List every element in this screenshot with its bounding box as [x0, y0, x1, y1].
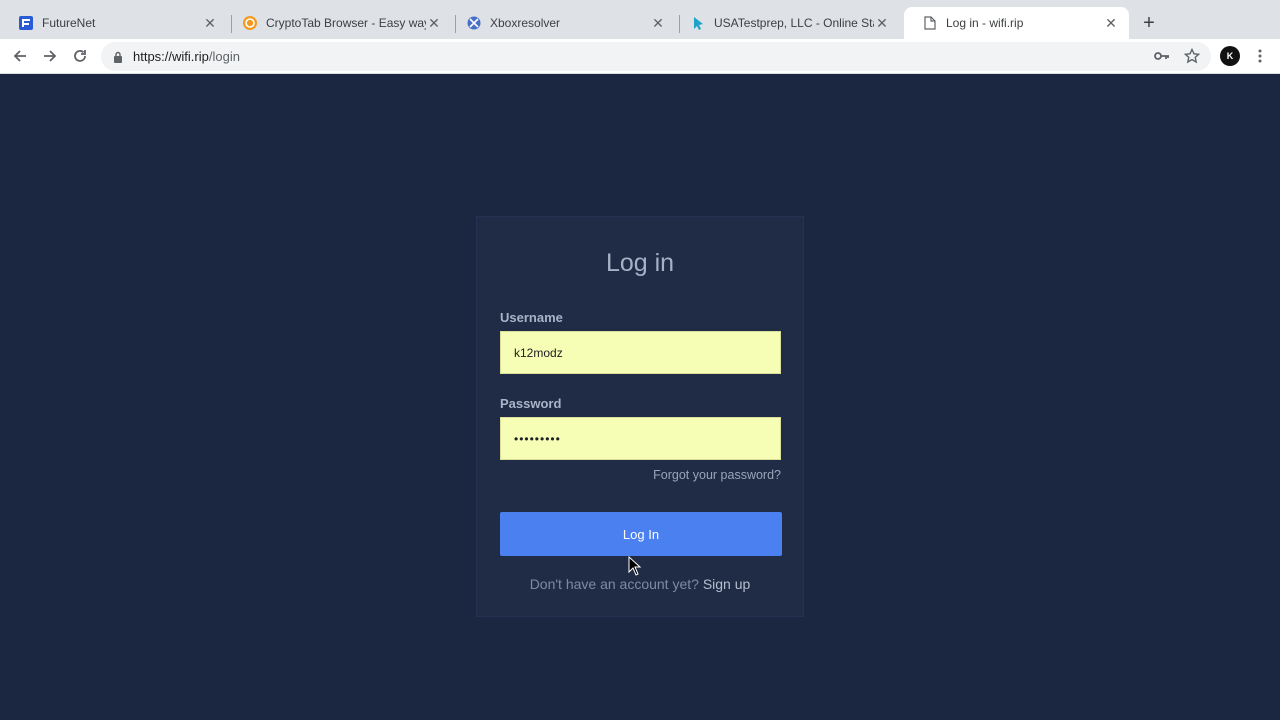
back-arrow-icon: [13, 50, 26, 62]
username-input[interactable]: k12modz: [500, 331, 781, 374]
avatar-initial: K: [1226, 51, 1234, 61]
forgot-password-link[interactable]: Forgot your password?: [653, 468, 781, 482]
close-tab-icon[interactable]: ✕: [426, 15, 442, 31]
url-path: /login: [208, 49, 240, 64]
url-host: https://wifi.rip: [133, 49, 209, 64]
close-tab-icon[interactable]: ✕: [202, 15, 218, 31]
close-tab-icon[interactable]: ✕: [1103, 15, 1119, 31]
forward-arrow-icon: [44, 50, 57, 62]
menu-kebab-icon[interactable]: [1249, 45, 1271, 67]
tab-title: Log in - wifi.rip: [946, 16, 1024, 30]
reload-icon: [74, 50, 86, 62]
cryptotab-favicon-icon: [242, 15, 258, 31]
login-title: Log in: [605, 249, 675, 277]
tab-strip: FutureNet ✕ CryptoTab Browser - Easy way…: [0, 0, 1280, 39]
xboxresolver-favicon-icon: [466, 15, 482, 31]
tab-wifi-rip-login[interactable]: Log in - wifi.rip ✕: [904, 7, 1129, 39]
mouse-cursor-icon: [628, 556, 642, 576]
signup-row: Don't have an account yet? Sign up: [477, 576, 803, 592]
signup-link[interactable]: Sign up: [703, 576, 750, 592]
profile-avatar[interactable]: K: [1220, 46, 1240, 66]
password-input[interactable]: •••••••••: [500, 417, 781, 460]
page-favicon-icon: [922, 15, 938, 31]
close-tab-icon[interactable]: ✕: [650, 15, 666, 31]
tab-xboxresolver[interactable]: Xboxresolver ✕: [448, 7, 676, 39]
browser-toolbar: https://wifi.rip/login K: [0, 39, 1280, 74]
lock-icon: [113, 51, 125, 63]
signup-prompt: Don't have an account yet?: [529, 576, 699, 592]
login-button[interactable]: Log In: [500, 512, 782, 556]
username-label: Username: [500, 310, 563, 325]
new-tab-button[interactable]: +: [1138, 12, 1160, 34]
address-bar[interactable]: https://wifi.rip/login: [101, 42, 1211, 71]
tab-title: CryptoTab Browser - Easy way: [266, 16, 426, 30]
password-label: Password: [500, 396, 562, 411]
back-button[interactable]: [8, 44, 32, 68]
usatestprep-favicon-icon: [690, 15, 706, 31]
tab-title: FutureNet: [42, 16, 96, 30]
tab-title: USATestprep, LLC - Online Sta: [714, 16, 874, 30]
page-content: Log in Username k12modz Password •••••••…: [0, 74, 1280, 720]
password-key-icon[interactable]: [1151, 45, 1173, 67]
bookmark-star-icon[interactable]: [1181, 45, 1203, 67]
forward-button[interactable]: [38, 44, 62, 68]
futurenet-favicon-icon: [18, 15, 34, 31]
tab-futurenet[interactable]: FutureNet ✕: [0, 7, 228, 39]
tab-title: Xboxresolver: [490, 16, 561, 30]
reload-button[interactable]: [68, 44, 92, 68]
close-tab-icon[interactable]: ✕: [874, 15, 890, 31]
tab-cryptotab[interactable]: CryptoTab Browser - Easy way ✕: [224, 7, 452, 39]
tab-usatestprep[interactable]: USATestprep, LLC - Online Sta ✕: [672, 7, 900, 39]
